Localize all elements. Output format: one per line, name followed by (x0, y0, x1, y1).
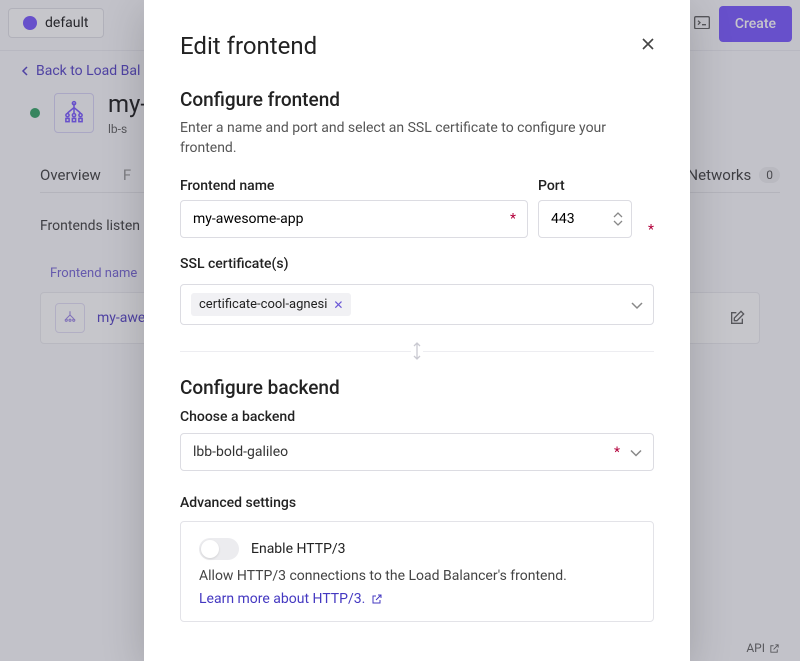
http3-link-text: Learn more about HTTP/3. (199, 591, 365, 607)
close-button[interactable] (634, 30, 662, 58)
required-star-icon: * (614, 444, 620, 460)
close-icon (641, 37, 655, 51)
step-down-icon[interactable] (612, 219, 624, 227)
required-star-icon: * (648, 200, 654, 238)
port-label: Port (538, 178, 654, 194)
http3-toggle[interactable] (199, 538, 239, 560)
advanced-settings-box: Enable HTTP/3 Allow HTTP/3 connections t… (180, 521, 654, 622)
section-divider (180, 351, 654, 352)
frontend-name-input[interactable] (180, 200, 528, 238)
ssl-label: SSL certificate(s) (180, 256, 654, 272)
required-star-icon: * (510, 211, 516, 227)
ssl-chip: certificate-cool-agnesi ✕ (191, 293, 351, 316)
external-link-icon (371, 593, 383, 605)
configure-frontend-desc: Enter a name and port and select an SSL … (180, 119, 654, 158)
resize-handle-icon[interactable] (411, 341, 423, 361)
frontend-name-label: Frontend name (180, 178, 528, 194)
http3-desc: Allow HTTP/3 connections to the Load Bal… (199, 568, 635, 584)
edit-frontend-modal: Edit frontend Configure frontend Enter a… (144, 0, 690, 661)
configure-frontend-heading: Configure frontend (180, 88, 654, 111)
backend-select[interactable]: lbb-bold-galileo (180, 433, 654, 471)
configure-backend-heading: Configure backend (180, 376, 654, 399)
ssl-chip-label: certificate-cool-agnesi (199, 297, 327, 312)
http3-learn-more-link[interactable]: Learn more about HTTP/3. (199, 591, 383, 607)
chevron-down-icon (630, 443, 642, 462)
toggle-knob (201, 540, 219, 558)
advanced-settings-label: Advanced settings (180, 495, 654, 511)
remove-chip-icon[interactable]: ✕ (333, 298, 343, 312)
chevron-down-icon (631, 295, 643, 314)
http3-toggle-label: Enable HTTP/3 (251, 541, 346, 557)
choose-backend-label: Choose a backend (180, 409, 654, 425)
step-up-icon[interactable] (612, 211, 624, 219)
number-stepper[interactable] (612, 211, 624, 227)
modal-title: Edit frontend (180, 32, 654, 60)
ssl-certificate-select[interactable]: certificate-cool-agnesi ✕ (180, 284, 654, 325)
